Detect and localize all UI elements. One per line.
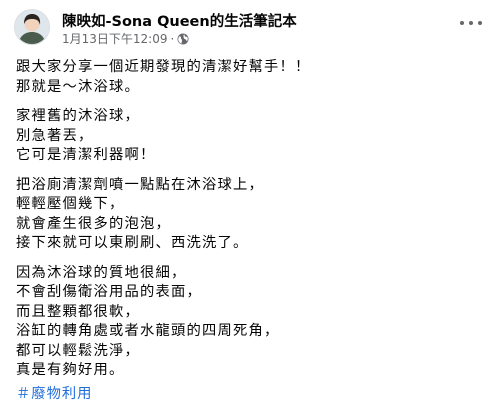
post-text-line: 輕輕壓個幾下， <box>16 196 125 212</box>
more-options-icon[interactable] <box>460 14 482 32</box>
author-avatar[interactable] <box>14 9 50 45</box>
post-text-line: 它可是清潔利器啊！ <box>16 147 156 163</box>
post-text-line: 不會刮傷衛浴用品的表面， <box>16 284 202 300</box>
post-text-line: 都可以輕鬆洗淨， <box>16 342 140 359</box>
facebook-post: 陳映如-Sona Queen的生活筆記本 1月13日下午12:09 · 跟大家分… <box>0 0 496 416</box>
post-text-line: 家裡舊的沐浴球， <box>16 108 140 124</box>
post-meta: 1月13日下午12:09 · <box>62 30 189 47</box>
post-text-line: 因為沐浴球的質地很細， <box>16 264 187 281</box>
post-text-line: 而且整顆都很軟， <box>16 303 140 320</box>
post-text-line: 接下來就可以東刷刷、西洗洗了。 <box>16 235 249 251</box>
post-text-line: 跟大家分享一個近期發現的清潔好幫手！！ <box>16 59 311 75</box>
post-text-line: 真是有夠好用。 <box>16 362 125 378</box>
post-paragraph: 把浴廁清潔劑噴一點點在沐浴球上， 輕輕壓個幾下， 就會產生很多的泡泡， 接下來就… <box>16 176 486 254</box>
post-header: 陳映如-Sona Queen的生活筆記本 1月13日下午12:09 · <box>14 8 484 48</box>
post-paragraph: 家裡舊的沐浴球， 別急著丟， 它可是清潔利器啊！ <box>16 107 486 166</box>
post-text-line: 就會產生很多的泡泡， <box>16 215 171 232</box>
globe-icon[interactable] <box>177 33 189 45</box>
post-text-line: 把浴廁清潔劑噴一點點在沐浴球上， <box>16 176 264 193</box>
post-text-line: 別急著丟， <box>16 127 94 144</box>
author-name[interactable]: 陳映如-Sona Queen的生活筆記本 <box>62 10 297 31</box>
post-paragraph: 因為沐浴球的質地很細， 不會刮傷衛浴用品的表面， 而且整顆都很軟， 浴缸的轉角處… <box>16 264 486 381</box>
avatar-image <box>15 10 49 44</box>
post-text-line: 浴缸的轉角處或者水龍頭的四周死角， <box>16 323 280 339</box>
post-body: 跟大家分享一個近期發現的清潔好幫手！！ 那就是～沐浴球。 家裡舊的沐浴球， 別急… <box>16 58 486 391</box>
post-timestamp[interactable]: 1月13日下午12:09 <box>62 30 168 47</box>
meta-separator: · <box>170 31 175 46</box>
post-paragraph: 跟大家分享一個近期發現的清潔好幫手！！ 那就是～沐浴球。 <box>16 58 486 97</box>
hashtag-link[interactable]: ＃廢物利用 <box>16 385 92 405</box>
post-text-line: 那就是～沐浴球。 <box>16 78 140 95</box>
